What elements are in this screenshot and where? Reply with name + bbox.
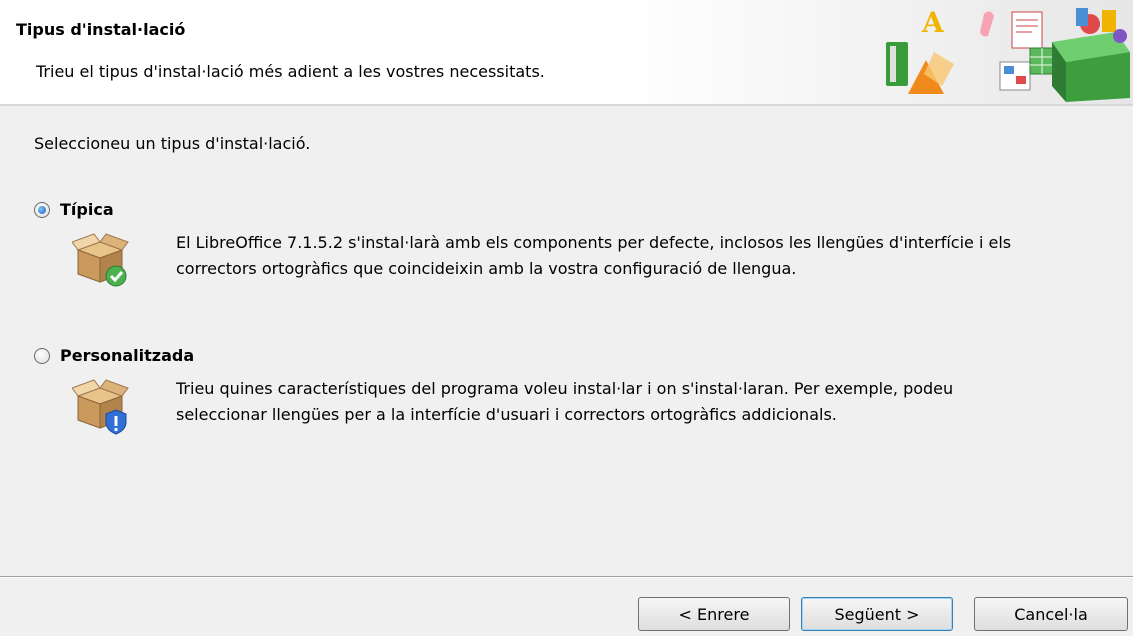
option-custom[interactable]: Personalitzada xyxy=(34,346,194,365)
page-subtitle: Trieu el tipus d'instal·lació més adient… xyxy=(36,62,545,81)
libreoffice-banner-graphic: A xyxy=(886,6,1130,102)
page-title: Tipus d'instal·lació xyxy=(16,20,186,39)
box-shield-icon xyxy=(72,379,129,435)
footer-divider xyxy=(0,576,1133,578)
next-button[interactable]: Següent > xyxy=(801,597,953,631)
custom-label: Personalitzada xyxy=(60,346,195,365)
custom-radio[interactable] xyxy=(34,347,50,364)
typical-description: El LibreOffice 7.1.5.2 s'instal·larà amb… xyxy=(176,233,1012,278)
install-type-prompt: Seleccioneu un tipus d'instal·lació. xyxy=(34,134,311,153)
typical-radio[interactable] xyxy=(34,201,50,218)
typical-label: Típica xyxy=(60,200,114,219)
svg-text:A: A xyxy=(921,6,945,39)
box-checkmark-icon xyxy=(72,233,129,287)
option-typical[interactable]: Típica xyxy=(34,200,114,219)
cancel-button[interactable]: Cancel·la xyxy=(974,597,1128,631)
back-button[interactable]: < Enrere xyxy=(638,597,790,631)
header-banner: Tipus d'instal·lació Trieu el tipus d'in… xyxy=(0,0,1133,106)
custom-description: Trieu quines característiques del progra… xyxy=(176,379,954,424)
